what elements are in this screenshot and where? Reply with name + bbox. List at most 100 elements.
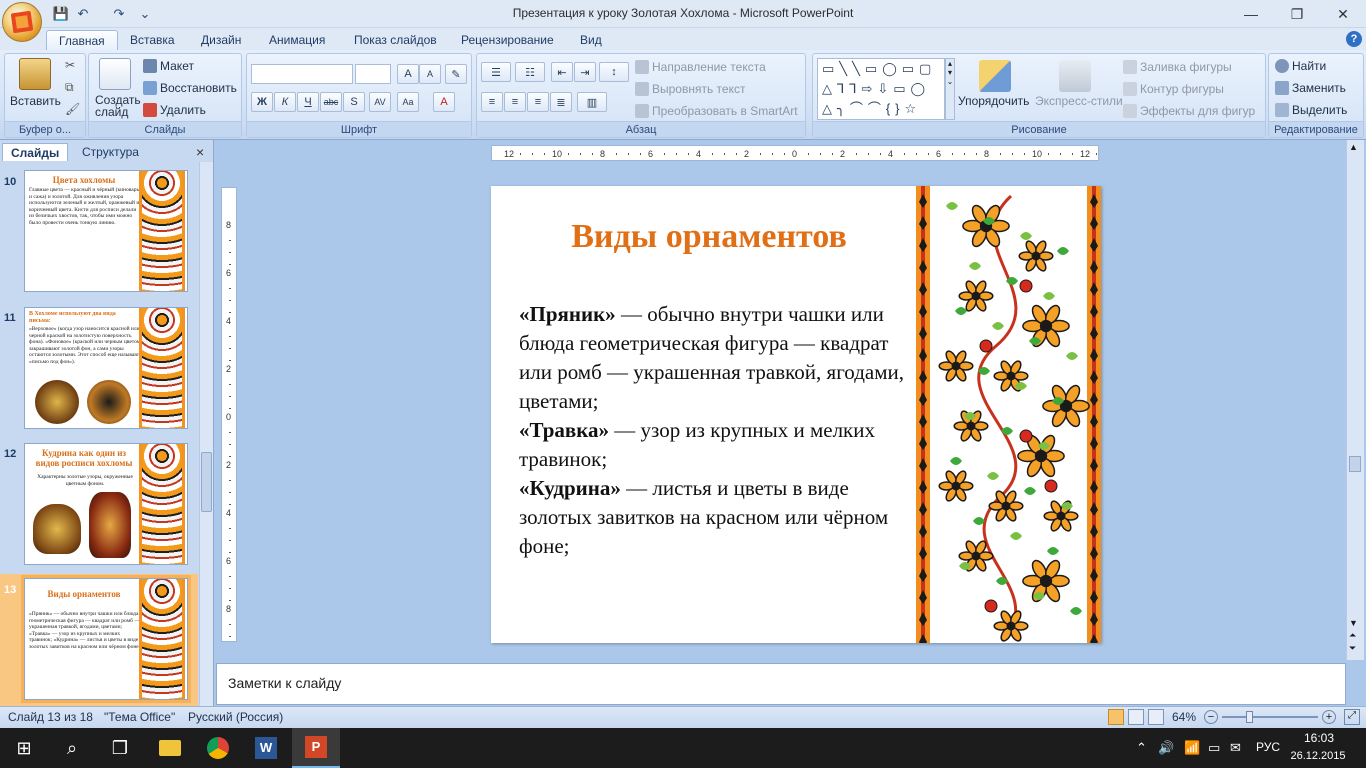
close-pane-icon[interactable]: × bbox=[196, 144, 204, 160]
tab-design[interactable]: Дизайн bbox=[189, 30, 253, 50]
zoom-slider[interactable] bbox=[1222, 716, 1318, 718]
scroll-down-icon[interactable]: ▼ bbox=[1349, 618, 1358, 628]
copy-icon[interactable]: ⧉ bbox=[65, 80, 74, 95]
slides-pane-scrollbar[interactable] bbox=[199, 162, 213, 706]
tab-slides-pane[interactable]: Слайды bbox=[2, 143, 69, 161]
align-right-icon[interactable]: ≡ bbox=[527, 92, 549, 112]
smartart-button[interactable]: Преобразовать в SmartArt bbox=[635, 104, 798, 118]
tab-home[interactable]: Главная bbox=[46, 30, 118, 50]
maximize-button[interactable]: ❐ bbox=[1274, 0, 1320, 28]
new-slide-button[interactable]: Создать слайд bbox=[95, 94, 141, 118]
tab-animation[interactable]: Анимация bbox=[257, 30, 337, 50]
slide-thumbnail-selected[interactable]: Виды орнаментов «Пряник» — обычно внутри… bbox=[24, 578, 188, 700]
arrange-button[interactable]: Упорядочить bbox=[958, 94, 1029, 108]
tab-slideshow[interactable]: Показ слайдов bbox=[342, 30, 449, 50]
slide-thumbnail[interactable]: В Хохломе используют два вида письма: «В… bbox=[24, 307, 188, 429]
font-color-button[interactable]: A bbox=[433, 92, 455, 112]
scroll-thumb[interactable] bbox=[1349, 456, 1361, 472]
start-icon[interactable]: ⊞ bbox=[0, 728, 48, 768]
numbering-icon[interactable]: ☷ bbox=[515, 62, 545, 82]
sorter-view-icon[interactable] bbox=[1128, 709, 1144, 725]
input-language[interactable]: РУС bbox=[1256, 740, 1280, 754]
case-button[interactable]: Aa bbox=[397, 92, 419, 112]
zoom-out-icon[interactable]: − bbox=[1204, 710, 1218, 724]
slide-body-text[interactable]: «Пряник» — обычно внутри чашки или блюда… bbox=[519, 300, 909, 561]
slide-title[interactable]: Виды орнаментов bbox=[539, 218, 879, 256]
decrease-indent-icon[interactable]: ⇤ bbox=[551, 62, 573, 82]
volume-icon[interactable]: 🔊 bbox=[1158, 740, 1174, 756]
quick-styles-button[interactable]: Экспресс-стили bbox=[1035, 94, 1123, 108]
spacing-button[interactable]: AV bbox=[369, 92, 391, 112]
scroll-up-icon[interactable]: ▲ bbox=[1349, 142, 1358, 152]
clock-time[interactable]: 16:03 bbox=[1296, 731, 1342, 745]
line-spacing-icon[interactable]: ↕ bbox=[599, 62, 629, 82]
cut-icon[interactable]: ✂ bbox=[65, 58, 75, 72]
notes-pane[interactable]: Заметки к слайду bbox=[216, 663, 1346, 705]
align-text-button[interactable]: Выровнять текст bbox=[635, 82, 745, 96]
zoom-in-icon[interactable]: + bbox=[1322, 710, 1336, 724]
slide-thumbnail[interactable]: Кудрина как один из видов росписи хохлом… bbox=[24, 443, 188, 565]
language-indicator[interactable]: Русский (Россия) bbox=[188, 710, 283, 724]
help-icon[interactable]: ? bbox=[1346, 31, 1362, 47]
bullets-icon[interactable]: ☰ bbox=[481, 62, 511, 82]
reset-button[interactable]: Восстановить bbox=[143, 81, 237, 95]
bold-button[interactable]: Ж bbox=[251, 92, 273, 112]
paste-button[interactable]: Вставить bbox=[10, 94, 61, 108]
format-painter-icon[interactable]: 🖌 bbox=[65, 102, 80, 116]
strike-button[interactable]: abc bbox=[320, 92, 342, 112]
slide-canvas[interactable]: Виды орнаментов «Пряник» — обычно внутри… bbox=[491, 186, 1101, 643]
layout-button[interactable]: Макет bbox=[143, 59, 194, 73]
normal-view-icon[interactable] bbox=[1108, 709, 1124, 725]
previous-slide-icon[interactable]: ⏶ bbox=[1349, 630, 1356, 641]
next-slide-icon[interactable]: ⏷ bbox=[1349, 643, 1356, 654]
find-button[interactable]: Найти bbox=[1275, 59, 1326, 73]
zoom-level[interactable]: 64% bbox=[1172, 710, 1196, 724]
clock-date[interactable]: 26.12.2015 bbox=[1290, 750, 1346, 762]
search-icon[interactable]: ⌕ bbox=[48, 728, 96, 768]
tab-outline-pane[interactable]: Структура bbox=[74, 143, 147, 161]
chrome-icon[interactable] bbox=[194, 728, 242, 768]
tab-review[interactable]: Рецензирование bbox=[449, 30, 566, 50]
shapes-gallery-scroll[interactable]: ▴ ▾ ⌄ bbox=[945, 58, 955, 120]
slide-vertical-scrollbar[interactable]: ▲ ▼ ⏶ ⏷ bbox=[1346, 140, 1364, 660]
tab-insert[interactable]: Вставка bbox=[118, 30, 187, 50]
notification-icon[interactable]: ✉ bbox=[1230, 740, 1241, 756]
italic-button[interactable]: К bbox=[274, 92, 296, 112]
grow-font-button[interactable]: A bbox=[397, 64, 419, 84]
shape-outline-button[interactable]: Контур фигуры bbox=[1123, 82, 1224, 96]
network-icon[interactable]: 📶 bbox=[1184, 740, 1200, 756]
clear-format-icon[interactable]: ✎ bbox=[445, 64, 467, 84]
powerpoint-icon[interactable]: P bbox=[292, 728, 340, 768]
select-button[interactable]: Выделить bbox=[1275, 103, 1347, 117]
shadow-button[interactable]: S bbox=[343, 92, 365, 112]
zoom-slider-thumb[interactable] bbox=[1246, 711, 1253, 723]
delete-button[interactable]: Удалить bbox=[143, 103, 206, 117]
shapes-gallery[interactable]: ▭╲╲▭◯▭▢ △⅂⅂⇨⇩▭◯ △╮⌒⌒{}☆ bbox=[817, 58, 945, 120]
slide-thumbnail[interactable]: Цвета хохломы Главные цвета — красный и … bbox=[24, 170, 188, 292]
theme-name[interactable]: "Тема Office" bbox=[104, 710, 175, 724]
word-icon[interactable]: W bbox=[242, 728, 290, 768]
office-button[interactable] bbox=[2, 2, 42, 42]
battery-icon[interactable]: ▭ bbox=[1208, 740, 1220, 756]
align-left-icon[interactable]: ≡ bbox=[481, 92, 503, 112]
fit-to-window-icon[interactable]: ⤢ bbox=[1344, 709, 1360, 725]
increase-indent-icon[interactable]: ⇥ bbox=[574, 62, 596, 82]
font-name-combo[interactable] bbox=[251, 64, 353, 84]
underline-button[interactable]: Ч bbox=[297, 92, 319, 112]
scroll-thumb[interactable] bbox=[201, 452, 212, 512]
tray-arrow-icon[interactable]: ⌃ bbox=[1136, 740, 1147, 756]
shape-effects-button[interactable]: Эффекты для фигур bbox=[1123, 104, 1255, 118]
minimize-button[interactable]: — bbox=[1228, 0, 1274, 28]
columns-icon[interactable]: ▥ bbox=[577, 92, 607, 112]
file-explorer-icon[interactable] bbox=[146, 728, 194, 768]
replace-button[interactable]: Заменить bbox=[1275, 81, 1346, 95]
slideshow-view-icon[interactable] bbox=[1148, 709, 1164, 725]
task-view-icon[interactable]: ❐ bbox=[96, 728, 144, 768]
close-button[interactable]: ✕ bbox=[1320, 0, 1366, 28]
font-size-combo[interactable] bbox=[355, 64, 391, 84]
justify-icon[interactable]: ≣ bbox=[550, 92, 572, 112]
align-center-icon[interactable]: ≡ bbox=[504, 92, 526, 112]
shape-fill-button[interactable]: Заливка фигуры bbox=[1123, 60, 1232, 74]
shrink-font-button[interactable]: A bbox=[419, 64, 441, 84]
tab-view[interactable]: Вид bbox=[568, 30, 614, 50]
